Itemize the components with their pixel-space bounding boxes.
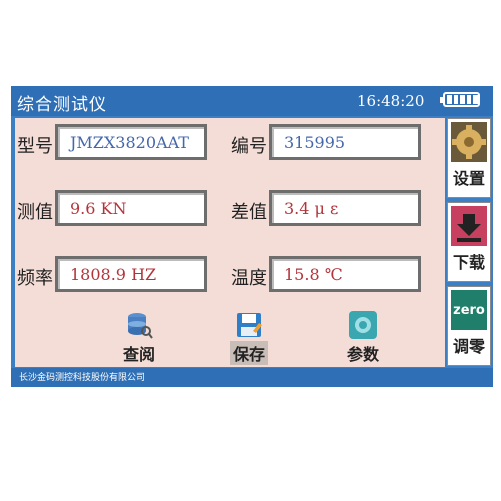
temperature-field[interactable]: 15.8 ℃ [269, 256, 421, 292]
row-1: 型号 JMZX3820AAT 编号 315995 [15, 120, 445, 168]
query-button[interactable]: 查阅 [107, 311, 171, 365]
clock: 16:48:20 [357, 92, 425, 110]
download-icon [451, 206, 487, 246]
frequency-label: 频率 [17, 268, 53, 289]
serial-field[interactable]: 315995 [269, 124, 421, 160]
gear-icon [451, 122, 487, 162]
model-label: 型号 [17, 136, 53, 157]
title-bar: 综合测试仪 16:48:20 [11, 86, 493, 116]
query-label: 查阅 [122, 345, 155, 364]
device-screen: 综合测试仪 16:48:20 型号 JMZX3820AAT 编号 315995 … [11, 86, 493, 387]
frequency-field[interactable]: 1808.9 HZ [55, 256, 207, 292]
serial-label: 编号 [231, 136, 267, 157]
measured-field[interactable]: 9.6 KN [55, 190, 207, 226]
model-value: JMZX3820AAT [70, 133, 189, 152]
download-label: 下载 [452, 253, 485, 272]
footer-bar: 长沙金码测控科技股份有限公司 [11, 368, 493, 387]
serial-value: 315995 [284, 133, 346, 152]
zero-label: 调零 [452, 337, 485, 356]
difference-label: 差值 [231, 202, 267, 223]
save-label: 保存 [229, 341, 268, 365]
zero-icon: zero [451, 290, 487, 330]
row-2: 测值 9.6 KN 差值 3.4 μ ε [15, 186, 445, 234]
parameters-icon [349, 311, 377, 339]
save-button[interactable]: 保存 [217, 311, 281, 365]
battery-icon [440, 92, 480, 107]
temperature-label: 温度 [231, 268, 267, 289]
company-name: 长沙金码测控科技股份有限公司 [19, 373, 146, 383]
side-buttons: 设置 下载 zero 调零 [447, 118, 491, 368]
floppy-disk-icon [235, 311, 263, 339]
download-button[interactable]: 下载 [447, 202, 491, 282]
zero-button[interactable]: zero 调零 [447, 286, 491, 366]
app-title: 综合测试仪 [17, 95, 107, 115]
settings-button[interactable]: 设置 [447, 118, 491, 198]
settings-label: 设置 [452, 169, 485, 188]
difference-field[interactable]: 3.4 μ ε [269, 190, 421, 226]
measurement-panel: 型号 JMZX3820AAT 编号 315995 测值 9.6 KN 差值 3.… [15, 118, 445, 309]
row-3: 频率 1808.9 HZ 温度 15.8 ℃ [15, 252, 445, 300]
measured-label: 测值 [17, 202, 53, 223]
measured-value: 9.6 KN [70, 199, 127, 218]
zero-icon-text: zero [453, 302, 485, 318]
model-field[interactable]: JMZX3820AAT [55, 124, 207, 160]
bottom-toolbar: 查阅 保存 参数 [15, 309, 445, 367]
temperature-value: 15.8 ℃ [284, 265, 343, 284]
difference-value: 3.4 μ ε [284, 199, 339, 218]
frequency-value: 1808.9 HZ [70, 265, 157, 284]
database-icon [125, 311, 153, 339]
params-label: 参数 [346, 345, 379, 364]
params-button[interactable]: 参数 [331, 311, 395, 365]
